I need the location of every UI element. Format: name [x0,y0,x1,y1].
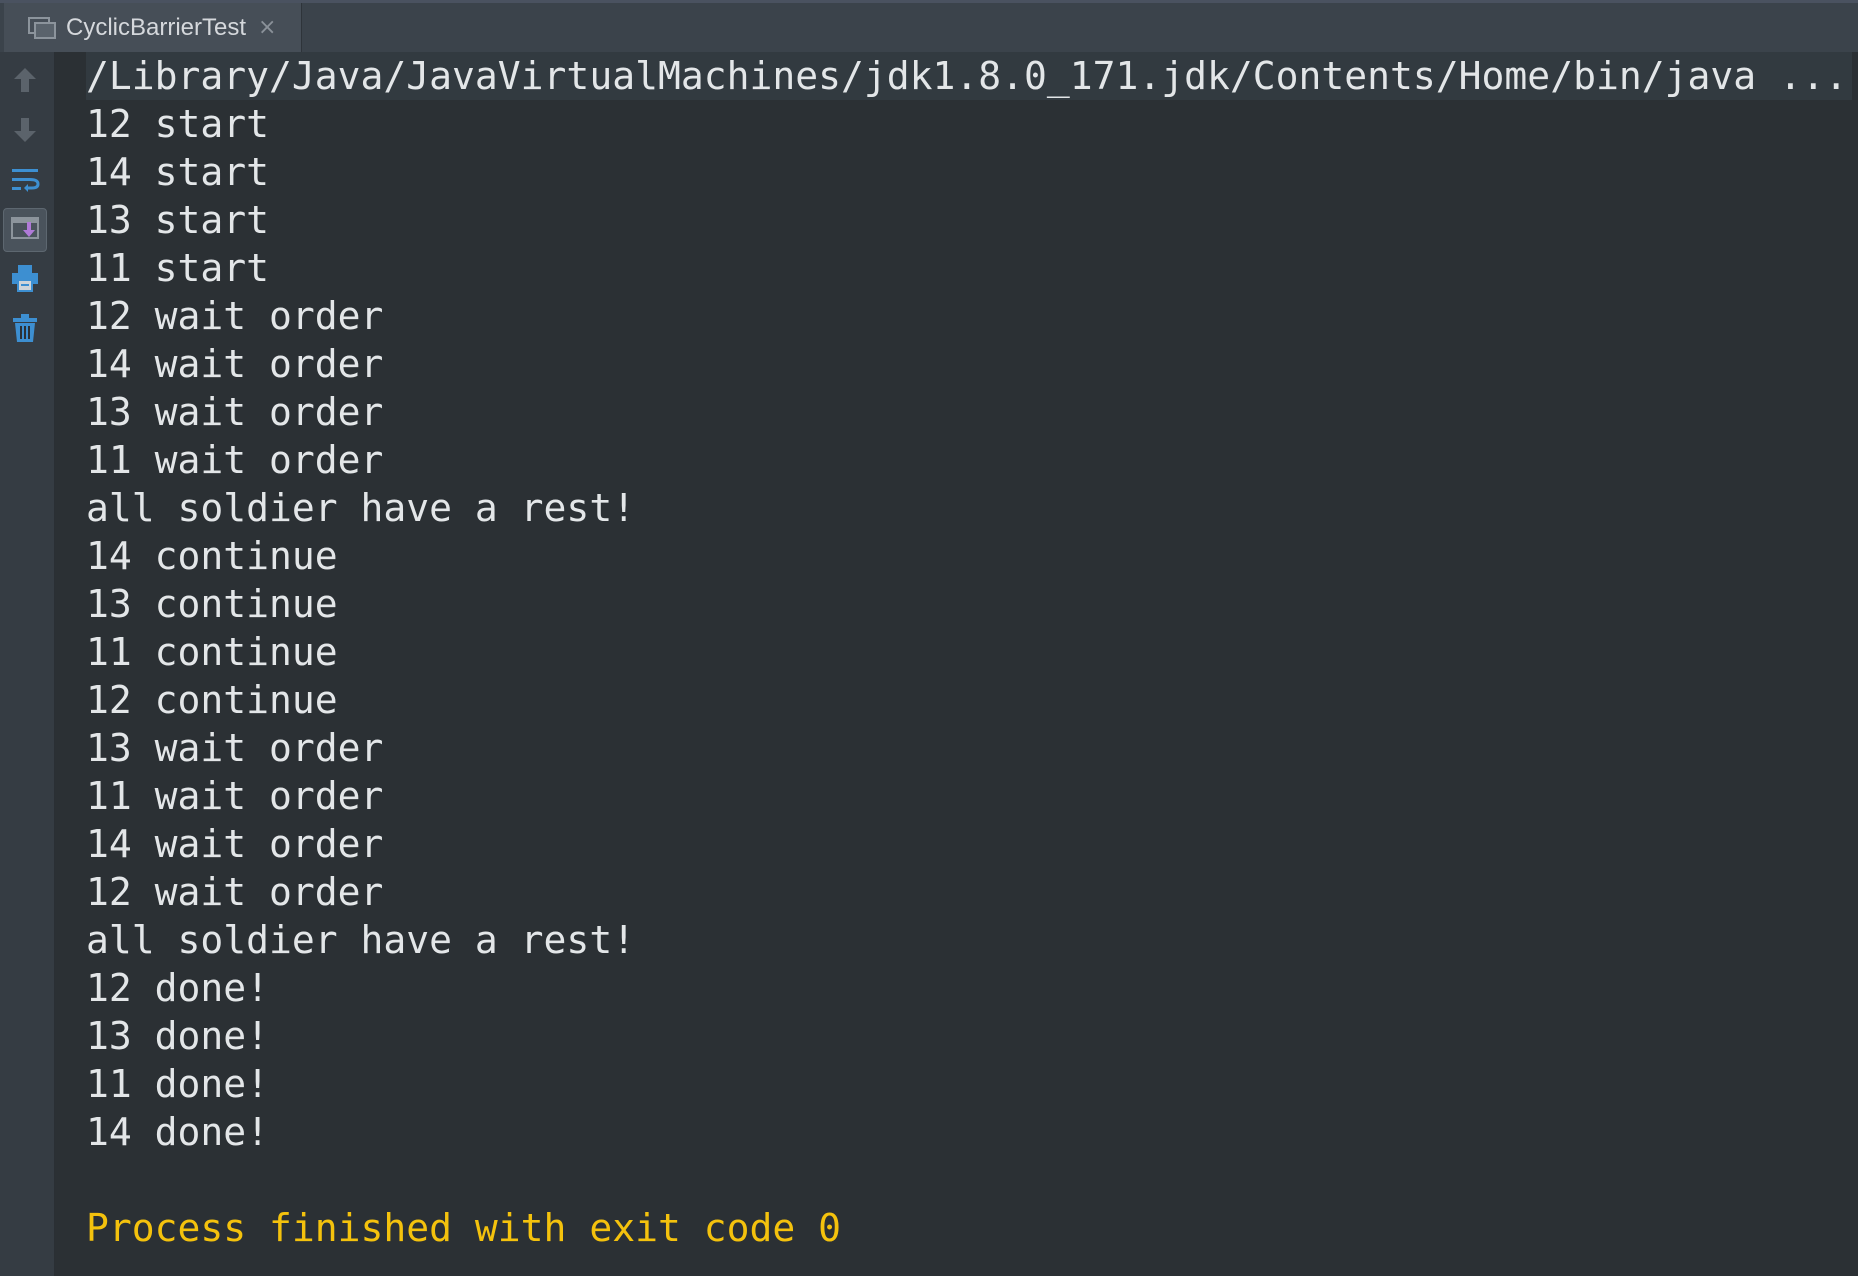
scroll-down-icon [12,116,38,148]
soft-wrap-button[interactable] [3,160,47,204]
output-line: 13 done! [86,1014,270,1058]
scroll-up-icon [12,66,38,98]
console-window-icon [28,16,56,40]
scroll-up-button[interactable] [3,60,47,104]
output-line: 12 continue [86,678,338,722]
clear-all-button[interactable] [3,308,47,352]
output-line: 14 wait order [86,342,384,386]
output-line: 11 wait order [86,438,384,482]
output-line: 11 wait order [86,774,384,818]
print-icon [10,263,40,297]
output-line: 13 wait order [86,726,384,770]
run-tool-tabbar: CyclicBarrierTest × [0,0,1858,52]
output-line: 13 continue [86,582,338,626]
output-line: 14 done! [86,1110,270,1154]
output-line: all soldier have a rest! [86,486,636,530]
output-line: 14 continue [86,534,338,578]
output-line: 13 wait order [86,390,384,434]
output-line: 11 done! [86,1062,270,1106]
soft-wrap-icon [10,166,40,198]
output-line: 11 continue [86,630,338,674]
print-button[interactable] [3,258,47,302]
exit-message: Process finished with exit code 0 [86,1206,841,1250]
output-line: 12 wait order [86,294,384,338]
scroll-down-button[interactable] [3,110,47,154]
output-line: 11 start [86,246,270,290]
console-toolbar [0,52,55,1276]
clear-all-icon [11,313,39,347]
output-line: 13 start [86,198,270,242]
close-icon[interactable]: × [258,15,276,40]
command-line: /Library/Java/JavaVirtualMachines/jdk1.8… [86,52,1852,100]
scroll-to-end-button[interactable] [3,208,47,252]
console-output[interactable]: /Library/Java/JavaVirtualMachines/jdk1.8… [86,52,1858,1276]
output-line: 12 wait order [86,870,384,914]
output-line: 12 done! [86,966,270,1010]
output-line: 14 start [86,150,270,194]
tab-cyclicbarriertest[interactable]: CyclicBarrierTest × [4,3,302,52]
scroll-to-end-icon [10,214,40,246]
output-line: 12 start [86,102,270,146]
output-line: all soldier have a rest! [86,918,636,962]
output-line: 14 wait order [86,822,384,866]
tab-title: CyclicBarrierTest [66,13,247,41]
